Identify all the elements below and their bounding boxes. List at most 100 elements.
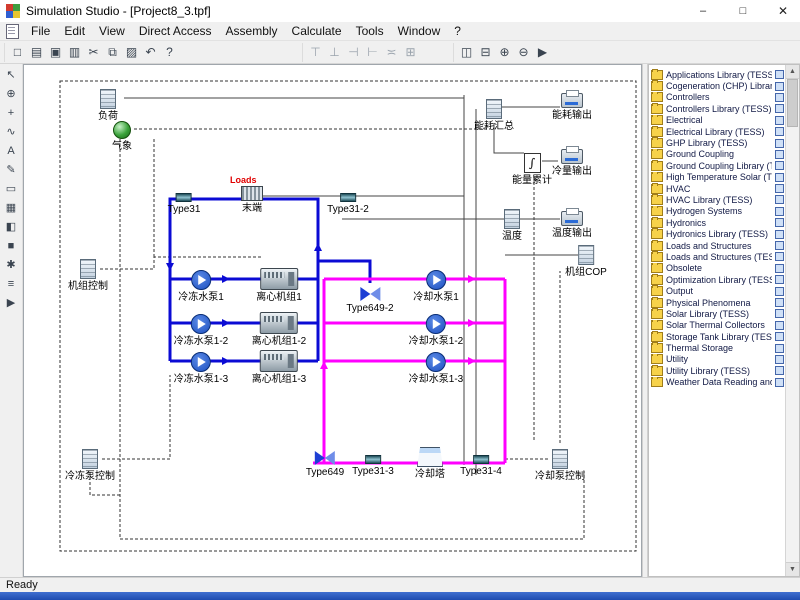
snap-grid-button[interactable]: ⊞: [401, 43, 420, 62]
layer-tool[interactable]: ◧: [2, 218, 20, 236]
palette-item[interactable]: High Temperature Solar (TESS): [649, 172, 786, 183]
palette-item-handle[interactable]: [775, 309, 784, 318]
scroll-down-icon[interactable]: ▼: [786, 562, 799, 576]
close-button[interactable]: ✕: [766, 0, 800, 22]
component-cw-pump-control[interactable]: 冷却泵控制: [535, 449, 585, 482]
palette-item[interactable]: Electrical: [649, 115, 786, 126]
palette-item-handle[interactable]: [775, 287, 784, 296]
palette-item-handle[interactable]: [775, 321, 784, 330]
paste-button[interactable]: ▨: [122, 43, 141, 62]
print-button[interactable]: ▥: [65, 43, 84, 62]
scroll-thumb[interactable]: [787, 79, 798, 127]
component-cw-pump-1[interactable]: 冷却水泵1: [413, 270, 459, 303]
palette-item[interactable]: Loads and Structures (TESS): [649, 251, 786, 262]
palette-item[interactable]: Storage Tank Library (TESS): [649, 331, 786, 342]
align-bottom-button[interactable]: ⊥: [325, 43, 344, 62]
palette-item-handle[interactable]: [775, 82, 784, 91]
palette-item[interactable]: Ground Coupling Library (TESS): [649, 160, 786, 171]
palette-item[interactable]: Applications Library (TESS): [649, 69, 786, 80]
component-chiller-1-3[interactable]: 离心机组1-3: [252, 350, 306, 385]
select-tool[interactable]: ↖: [2, 66, 20, 84]
menu-item[interactable]: ?: [447, 23, 468, 39]
palette-item-handle[interactable]: [775, 116, 784, 125]
component-cw-pump-1-3[interactable]: 冷却水泵1-3: [409, 352, 463, 385]
run-tool[interactable]: ▶: [2, 294, 20, 312]
palette-item[interactable]: Hydronics: [649, 217, 786, 228]
component-type649[interactable]: Type649: [306, 451, 344, 478]
component-unit-cop[interactable]: 机组COP: [565, 245, 607, 278]
component-weather[interactable]: 气象: [112, 121, 132, 152]
component-load[interactable]: 负荷: [98, 89, 118, 122]
palette-item-handle[interactable]: [775, 70, 784, 79]
palette-item-handle[interactable]: [775, 344, 784, 353]
palette-item-handle[interactable]: [775, 127, 784, 136]
palette-item[interactable]: Cogeneration (CHP) Library (TESS): [649, 80, 786, 91]
palette-item-handle[interactable]: [775, 378, 784, 387]
open-file-button[interactable]: ▤: [27, 43, 46, 62]
palette-item[interactable]: Weather Data Reading and Process: [649, 377, 786, 388]
minimize-button[interactable]: –: [686, 0, 720, 22]
palette-item-handle[interactable]: [775, 139, 784, 148]
menu-item[interactable]: Tools: [349, 23, 391, 39]
component-chw-pump-1-3[interactable]: 冷冻水泵1-3: [174, 352, 228, 385]
menu-item[interactable]: Calculate: [285, 23, 349, 39]
component-type649-2[interactable]: Type649-2: [346, 287, 393, 314]
distribute-button[interactable]: ≍: [382, 43, 401, 62]
component-temperature[interactable]: 温度: [502, 209, 522, 242]
component-energy-integrator[interactable]: ∫ 能量累计: [512, 153, 552, 186]
zoom-tool[interactable]: ⊕: [2, 85, 20, 103]
palette-item-handle[interactable]: [775, 264, 784, 273]
palette-item-handle[interactable]: [775, 195, 784, 204]
palette-item[interactable]: Hydronics Library (TESS): [649, 228, 786, 239]
palette-item[interactable]: Hydrogen Systems: [649, 206, 786, 217]
menu-item[interactable]: Edit: [57, 23, 92, 39]
align-top-button[interactable]: ⊤: [306, 43, 325, 62]
palette-item-handle[interactable]: [775, 104, 784, 113]
palette-item[interactable]: GHP Library (TESS): [649, 137, 786, 148]
palette-scrollbar[interactable]: ▲ ▼: [785, 65, 799, 576]
palette-item[interactable]: Optimization Library (TESS): [649, 274, 786, 285]
menu-item[interactable]: View: [92, 23, 132, 39]
component-cw-pump-1-2[interactable]: 冷却水泵1-2: [409, 314, 463, 347]
cascade-windows-button[interactable]: ◫: [457, 43, 476, 62]
save-file-button[interactable]: ▣: [46, 43, 65, 62]
palette-item[interactable]: Solar Library (TESS): [649, 308, 786, 319]
palette-item[interactable]: Solar Thermal Collectors: [649, 320, 786, 331]
component-type31-4[interactable]: Type31-4: [460, 455, 502, 477]
help-button[interactable]: ?: [160, 43, 179, 62]
component-chiller-1[interactable]: 离心机组1: [256, 268, 302, 303]
component-chw-pump-1-2[interactable]: 冷冻水泵1-2: [174, 314, 228, 347]
palette-item[interactable]: Utility Library (TESS): [649, 365, 786, 376]
component-cooling-tower[interactable]: 冷却塔: [415, 447, 445, 480]
component-energy-output[interactable]: 能耗输出: [552, 93, 592, 121]
palette-item[interactable]: Obsolete: [649, 263, 786, 274]
component-temperature-output[interactable]: 温度输出: [552, 211, 592, 239]
palette-item[interactable]: Utility: [649, 354, 786, 365]
component-energy-summary[interactable]: 能耗汇总: [474, 99, 514, 132]
pen-tool[interactable]: ✎: [2, 161, 20, 179]
palette-item[interactable]: Controllers Library (TESS): [649, 103, 786, 114]
align-right-button[interactable]: ⊢: [363, 43, 382, 62]
copy-button[interactable]: ⧉: [103, 43, 122, 62]
pan-tool[interactable]: +: [2, 104, 20, 122]
palette-item-handle[interactable]: [775, 93, 784, 102]
menu-item[interactable]: Direct Access: [132, 23, 219, 39]
tile-windows-button[interactable]: ⊟: [476, 43, 495, 62]
child-window-icon[interactable]: [6, 24, 19, 39]
scroll-up-icon[interactable]: ▲: [786, 65, 799, 79]
new-file-button[interactable]: □: [8, 43, 27, 62]
link-tool[interactable]: ∿: [2, 123, 20, 141]
palette-item-handle[interactable]: [775, 275, 784, 284]
run-simulation-button[interactable]: ▶: [533, 43, 552, 62]
palette-item[interactable]: HVAC: [649, 183, 786, 194]
menu-item[interactable]: File: [24, 23, 57, 39]
palette-item-handle[interactable]: [775, 161, 784, 170]
palette-item-handle[interactable]: [775, 252, 784, 261]
palette-item-handle[interactable]: [775, 230, 784, 239]
maximize-button[interactable]: □: [726, 0, 760, 22]
component-type31-3[interactable]: Type31-3: [352, 455, 394, 477]
zoom-out-button[interactable]: ⊖: [514, 43, 533, 62]
palette-item-handle[interactable]: [775, 184, 784, 193]
settings-tool[interactable]: ✱: [2, 256, 20, 274]
palette-item[interactable]: Physical Phenomena: [649, 297, 786, 308]
